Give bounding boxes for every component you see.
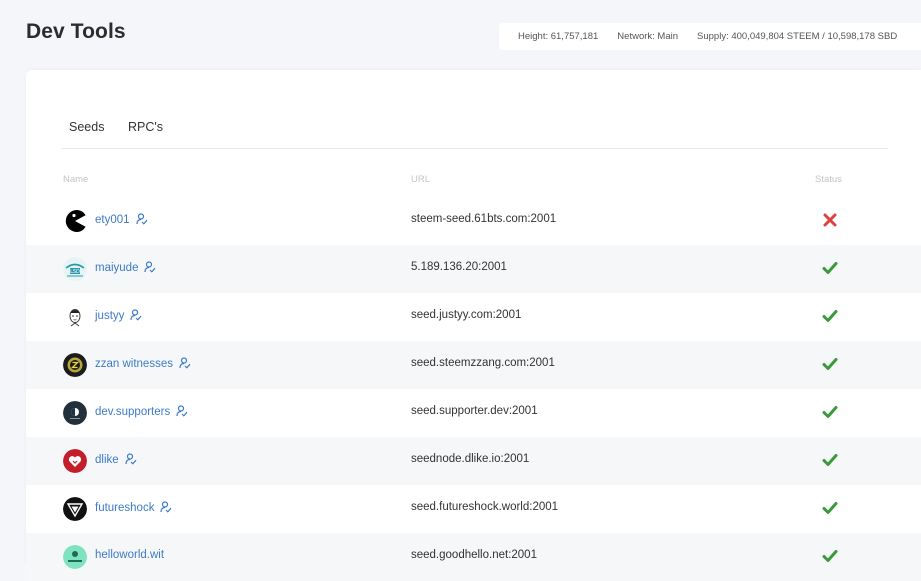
status-online-icon xyxy=(822,500,838,516)
chain-stats-bar: Height: 61,757,181 Network: Main Supply:… xyxy=(499,23,921,50)
table-row: zzan witnesses seed.steemzzang.com:2001 xyxy=(26,341,921,389)
status-online-icon xyxy=(822,452,838,468)
witness-link[interactable]: dev.supporters xyxy=(95,405,188,420)
seed-url: seed.steemzzang.com:2001 xyxy=(411,357,555,369)
supply-label: Supply: 400,049,804 STEEM / 10,598,178 S… xyxy=(697,31,898,42)
witness-link[interactable]: maiyude xyxy=(95,261,156,276)
witness-vote-icon xyxy=(135,213,148,228)
witness-vote-icon xyxy=(179,357,191,372)
witness-vote-icon xyxy=(176,405,188,420)
table-row: futureshock seed.futureshock.world:2001 xyxy=(26,485,921,533)
status-online-icon xyxy=(822,308,838,324)
table-row: helloworld.wit seed.goodhello.net:2001 xyxy=(26,533,921,581)
table-row: LSD maiyude 5.189.136.20:2001 xyxy=(26,245,921,293)
witness-vote-icon xyxy=(144,261,156,276)
witness-name: justyy xyxy=(95,310,125,322)
status-online-icon xyxy=(822,356,838,372)
status-online-icon xyxy=(822,260,838,276)
witness-link[interactable]: futureshock xyxy=(95,501,172,516)
seed-url: seed.justyy.com:2001 xyxy=(411,309,522,321)
witness-link[interactable]: justyy xyxy=(95,309,142,324)
justyy-avatar xyxy=(63,305,87,329)
dev-supporters-avatar xyxy=(63,401,87,425)
dlike-avatar xyxy=(63,449,87,473)
seed-table-body: ety001 steem-seed.61bts.com:2001 LSD mai… xyxy=(26,197,921,581)
seed-url: seed.futureshock.world:2001 xyxy=(411,501,559,513)
witness-link[interactable]: helloworld.wit xyxy=(95,549,164,561)
status-offline-icon xyxy=(822,212,838,228)
witness-vote-icon xyxy=(125,453,137,468)
page-title: Dev Tools xyxy=(26,20,126,43)
witness-link[interactable]: dlike xyxy=(95,453,137,468)
pacman-avatar xyxy=(63,209,87,233)
witness-name: dev.supporters xyxy=(95,406,171,418)
witness-name: zzan witnesses xyxy=(95,358,173,370)
witness-name: ety001 xyxy=(95,214,130,226)
witness-vote-icon xyxy=(130,309,142,324)
witness-name: dlike xyxy=(95,454,119,466)
witness-vote-icon xyxy=(160,501,172,516)
seed-url: steem-seed.61bts.com:2001 xyxy=(411,213,557,225)
witness-link[interactable]: zzan witnesses xyxy=(95,357,191,372)
witness-name: maiyude xyxy=(95,262,139,274)
futureshock-avatar xyxy=(63,497,87,521)
maiyude-avatar: LSD xyxy=(63,257,87,281)
witness-name: futureshock xyxy=(95,502,155,514)
witness-name: helloworld.wit xyxy=(95,549,165,561)
column-header-url: URL xyxy=(411,174,431,185)
block-height: Height: 61,757,181 xyxy=(518,31,599,42)
svg-text:LSD: LSD xyxy=(70,269,80,275)
table-row: ety001 steem-seed.61bts.com:2001 xyxy=(26,197,921,245)
status-online-icon xyxy=(822,404,838,420)
table-row: dev.supporters seed.supporter.dev:2001 xyxy=(26,389,921,437)
tab-seeds[interactable]: Seeds xyxy=(69,120,104,134)
tab-bar: Seeds RPC's xyxy=(62,118,888,149)
seed-url: seednode.dlike.io:2001 xyxy=(411,453,530,465)
tab-rpcs[interactable]: RPC's xyxy=(128,120,163,134)
network-label: Network: Main xyxy=(617,31,679,42)
table-row: justyy seed.justyy.com:2001 xyxy=(26,293,921,341)
helloworld-avatar xyxy=(63,545,87,569)
seed-url: seed.supporter.dev:2001 xyxy=(411,405,538,417)
zzan-avatar xyxy=(63,353,87,377)
seeds-panel: Seeds RPC's Name URL Status ety001 steem… xyxy=(26,70,921,581)
witness-link[interactable]: ety001 xyxy=(95,213,148,228)
column-header-name: Name xyxy=(63,174,89,185)
table-row: dlike seednode.dlike.io:2001 xyxy=(26,437,921,485)
status-online-icon xyxy=(822,548,838,564)
column-header-status: Status xyxy=(815,174,842,185)
seed-url: seed.goodhello.net:2001 xyxy=(411,549,537,561)
seed-url: 5.189.136.20:2001 xyxy=(411,261,507,273)
